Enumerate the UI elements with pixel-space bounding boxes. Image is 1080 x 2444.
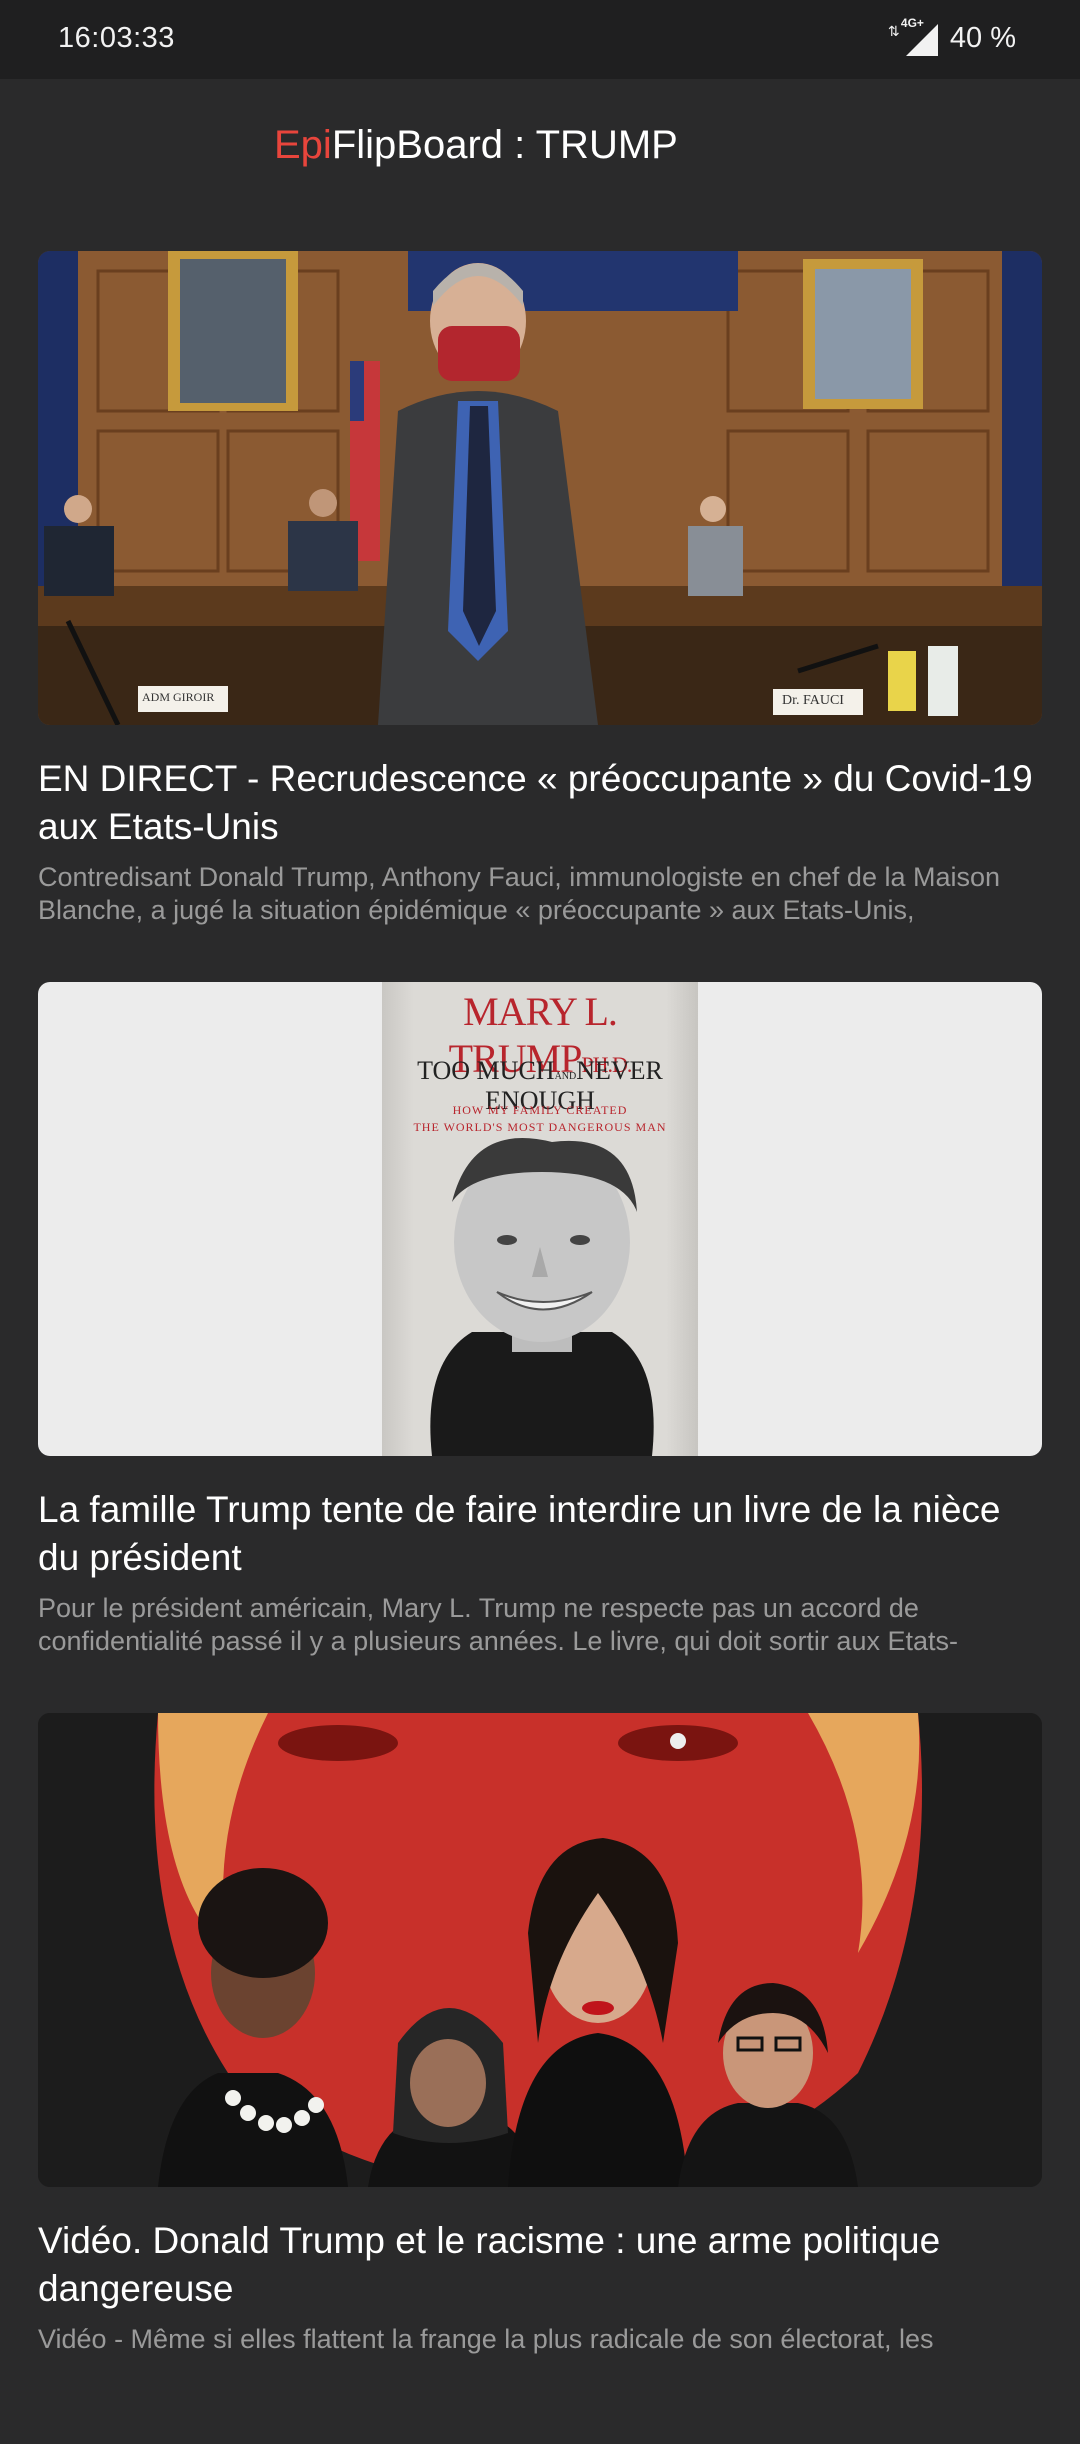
- name-plate-fauci: Dr. FAUCI: [782, 693, 844, 708]
- status-time: 16:03:33: [58, 22, 175, 54]
- article-feed[interactable]: ADM GIROIR Dr. FAUCI EN DIRECT - Recrude…: [38, 251, 1042, 2444]
- article-title[interactable]: La famille Trump tente de faire interdir…: [38, 1486, 1042, 1582]
- page-title-rest: FlipBoard : TRUMP: [331, 123, 678, 167]
- page-title: EpiFlipBoard : TRUMP: [274, 123, 678, 168]
- data-arrows-icon: ⇅: [887, 23, 900, 39]
- article-image-illustration[interactable]: [38, 1713, 1042, 2187]
- book-cover: MARY L. TRUMPPH.D. TOO MUCHANDNEVER ENOU…: [382, 982, 698, 1456]
- article-title[interactable]: EN DIRECT - Recrudescence « préoccupante…: [38, 755, 1042, 851]
- name-plate-giroir: ADM GIROIR: [142, 690, 215, 704]
- app-header: EpiFlipBoard : TRUMP: [0, 79, 1080, 229]
- article-summary: Contredisant Donald Trump, Anthony Fauci…: [38, 862, 1001, 925]
- article-image-hearing[interactable]: ADM GIROIR Dr. FAUCI: [38, 251, 1042, 725]
- article-card[interactable]: Vidéo. Donald Trump et le racisme : une …: [38, 1713, 1042, 2389]
- portrait-illustration: [430, 1138, 654, 1456]
- battery-percentage: 40 %: [949, 21, 1016, 54]
- article-title[interactable]: Vidéo. Donald Trump et le racisme : une …: [38, 2217, 1042, 2313]
- article-summary: Vidéo - Même si elles flattent la frange…: [38, 2324, 934, 2354]
- status-icons: 4G+ ⇅ 40 %: [887, 16, 1016, 56]
- article-card[interactable]: ADM GIROIR Dr. FAUCI EN DIRECT - Recrude…: [38, 251, 1042, 927]
- article-card[interactable]: MARY L. TRUMPPH.D. TOO MUCHANDNEVER ENOU…: [38, 982, 1042, 1658]
- page-title-accent: Epi: [274, 123, 332, 167]
- signal-bars-icon: [905, 24, 938, 56]
- cellular-signal-icon: 4G+ ⇅: [887, 16, 938, 56]
- article-image-book[interactable]: MARY L. TRUMPPH.D. TOO MUCHANDNEVER ENOU…: [38, 982, 1042, 1456]
- status-bar: 16:03:33 4G+ ⇅ 40 %: [0, 0, 1080, 79]
- article-summary: Pour le président américain, Mary L. Tru…: [38, 1593, 958, 1656]
